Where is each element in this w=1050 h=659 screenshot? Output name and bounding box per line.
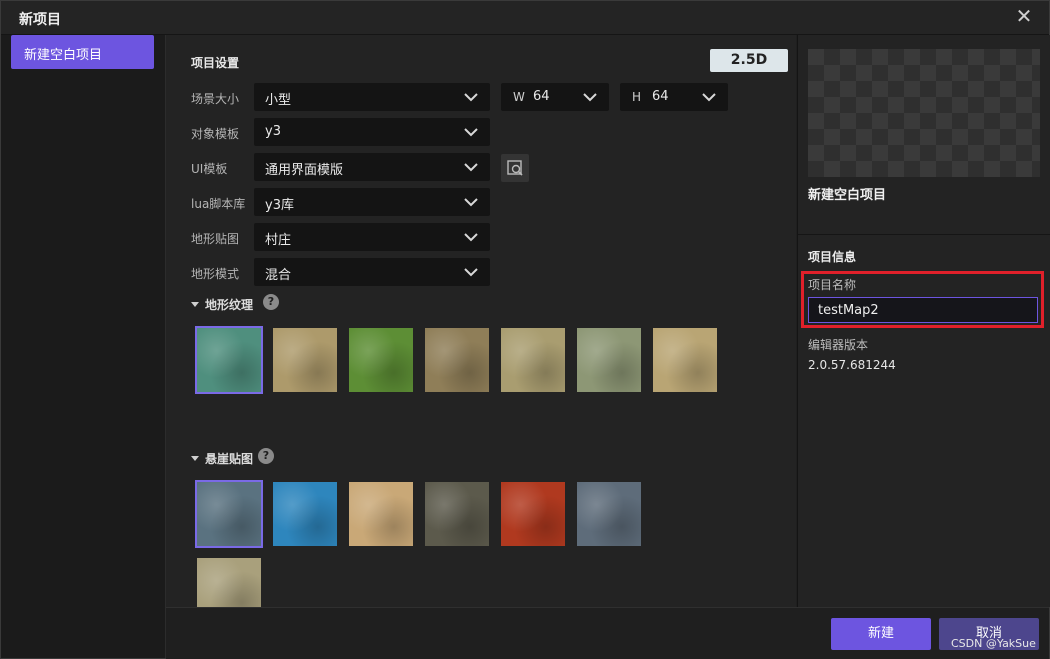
terrain-texture-swatch-1[interactable]	[197, 328, 261, 392]
ui-template-preview-button[interactable]	[501, 154, 529, 182]
chevron-down-icon	[464, 163, 478, 172]
terrain-texture-swatch-2[interactable]	[273, 328, 337, 392]
chevron-down-icon	[464, 233, 478, 242]
cliff-texture-swatch-2[interactable]	[273, 482, 337, 546]
new-project-dialog: 新项目 ✕ 新建空白项目 项目设置 2.5D 场景大小 小型 W 64 H 64…	[0, 0, 1050, 659]
terrain-texture-swatch-6[interactable]	[577, 328, 641, 392]
ui-template-label: UI模板	[191, 162, 228, 176]
terrain-textures-toggle[interactable]: 地形纹理	[191, 296, 253, 313]
terrain-texture-map-select[interactable]: 村庄	[254, 223, 490, 251]
title-bar: 新项目 ✕	[1, 1, 1049, 35]
caret-down-icon	[191, 456, 199, 461]
chevron-down-icon	[464, 268, 478, 277]
divider	[798, 234, 1050, 235]
chevron-down-icon	[583, 93, 597, 102]
terrain-texture-swatch-7[interactable]	[653, 328, 717, 392]
terrain-mode-label: 地形模式	[191, 267, 240, 281]
height-select[interactable]: H 64	[620, 83, 728, 111]
terrain-mode-select[interactable]: 混合	[254, 258, 490, 286]
chevron-down-icon	[464, 93, 478, 102]
sidebar-item-label: 新建空白项目	[24, 48, 103, 63]
watermark-text: CSDN @YakSue	[951, 637, 1036, 650]
object-template-label: 对象模板	[191, 127, 240, 141]
cliff-texture-swatch-3[interactable]	[349, 482, 413, 546]
dialog-footer: 新建 取消 CSDN @YakSue	[166, 607, 1049, 659]
terrain-textures-help-icon[interactable]: ?	[263, 294, 279, 310]
cliff-texture-swatch-1[interactable]	[197, 482, 261, 546]
scene-size-label: 场景大小	[191, 92, 240, 106]
window-title: 新项目	[19, 12, 61, 28]
ui-template-select[interactable]: 通用界面模版	[254, 153, 490, 181]
chevron-down-icon	[464, 198, 478, 207]
dimension-badge[interactable]: 2.5D	[710, 49, 788, 72]
cliff-texture-swatch-6[interactable]	[577, 482, 641, 546]
cliff-texture-swatch-5[interactable]	[501, 482, 565, 546]
preview-project-name: 新建空白项目	[808, 188, 887, 203]
editor-version-label: 编辑器版本	[808, 338, 869, 352]
scene-size-select[interactable]: 小型	[254, 83, 490, 111]
lua-library-select[interactable]: y3库	[254, 188, 490, 216]
settings-panel: 项目设置 2.5D 场景大小 小型 W 64 H 64 对象模板 y3 UI模板…	[166, 35, 796, 622]
terrain-texture-swatch-5[interactable]	[501, 328, 565, 392]
cliff-textures-toggle[interactable]: 悬崖贴图	[191, 450, 253, 467]
project-preview-image	[808, 49, 1040, 177]
chevron-down-icon	[702, 93, 716, 102]
object-template-select[interactable]: y3	[254, 118, 490, 146]
editor-version-value: 2.0.57.681244	[808, 358, 896, 372]
cliff-textures-help-icon[interactable]: ?	[258, 448, 274, 464]
create-button[interactable]: 新建	[831, 618, 931, 650]
info-panel: 新建空白项目 项目信息 项目名称 编辑器版本 2.0.57.681244	[797, 35, 1050, 607]
cliff-texture-swatch-4[interactable]	[425, 482, 489, 546]
width-select[interactable]: W 64	[501, 83, 609, 111]
lua-library-label: lua脚本库	[191, 197, 246, 211]
terrain-texture-swatch-4[interactable]	[425, 328, 489, 392]
template-sidebar: 新建空白项目	[1, 35, 166, 658]
chevron-down-icon	[464, 128, 478, 137]
close-icon[interactable]: ✕	[1012, 4, 1036, 28]
settings-title: 项目设置	[191, 56, 240, 70]
caret-down-icon	[191, 302, 199, 307]
terrain-texture-swatch-3[interactable]	[349, 328, 413, 392]
project-info-title: 项目信息	[808, 250, 857, 264]
terrain-texture-map-label: 地形贴图	[191, 232, 240, 246]
sidebar-item-blank-project[interactable]: 新建空白项目	[11, 35, 154, 69]
annotation-highlight-box	[801, 271, 1044, 328]
preview-search-icon	[507, 160, 523, 176]
